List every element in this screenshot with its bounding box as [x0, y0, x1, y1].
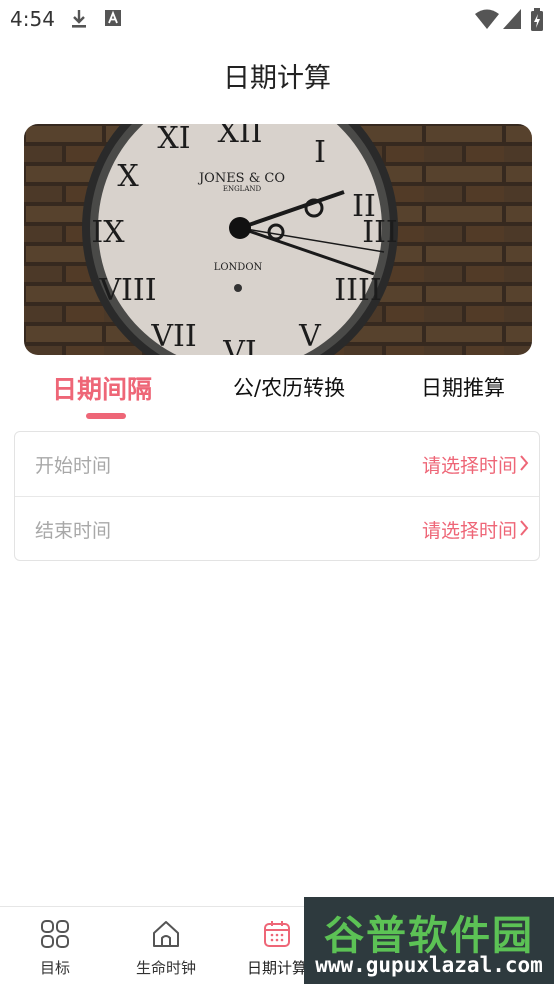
- svg-text:IX: IX: [91, 215, 125, 250]
- start-time-row[interactable]: 开始时间 请选择时间: [15, 432, 539, 496]
- nav-item-goals[interactable]: 目标: [0, 907, 110, 985]
- battery-icon: [531, 8, 543, 31]
- chevron-right-icon: [520, 455, 529, 471]
- tab-date-interval[interactable]: 日期间隔: [52, 370, 152, 406]
- page-title: 日期计算: [223, 63, 331, 94]
- svg-text:XI: XI: [157, 124, 190, 156]
- status-bar: 4:54: [0, 0, 554, 38]
- clock-city: LONDON: [214, 262, 263, 273]
- svg-text:IIII: IIII: [334, 273, 381, 308]
- calendar-icon: [264, 921, 290, 947]
- svg-text:VI: VI: [222, 335, 257, 355]
- clock-brand: JONES & CO: [197, 171, 285, 186]
- watermark-url: www.gupuxlazal.com: [315, 953, 543, 977]
- tab-date-projection[interactable]: 日期推算: [421, 372, 505, 402]
- nav-item-life-clock[interactable]: 生命时钟: [111, 907, 221, 985]
- home-icon: [153, 921, 179, 947]
- nav-label-life-clock: 生命时钟: [135, 959, 196, 977]
- signal-icon: [503, 9, 521, 29]
- chevron-right-icon: [520, 520, 529, 536]
- start-time-label: 开始时间: [35, 455, 112, 477]
- end-time-label: 结束时间: [35, 520, 112, 542]
- svg-text:X: X: [117, 159, 139, 194]
- banner-image: XII I II III IIII V VI VII VIII IX X XI …: [24, 124, 532, 355]
- status-time: 4:54: [10, 7, 55, 31]
- clock-country: ENGLAND: [223, 185, 262, 193]
- svg-text:III: III: [362, 215, 398, 250]
- svg-text:VIII: VIII: [98, 273, 156, 308]
- svg-text:V: V: [298, 319, 322, 354]
- tab-active-indicator: [86, 413, 126, 419]
- svg-text:XII: XII: [217, 124, 262, 150]
- svg-text:I: I: [314, 135, 326, 170]
- tab-lunar-conversion[interactable]: 公/农历转换: [233, 372, 345, 402]
- svg-text:VII: VII: [150, 319, 196, 354]
- download-icon: [72, 10, 86, 28]
- clock-image: XII I II III IIII V VI VII VIII IX X XI …: [82, 124, 398, 355]
- end-time-select[interactable]: 请选择时间: [422, 516, 517, 543]
- wifi-icon: [475, 9, 499, 29]
- start-time-select[interactable]: 请选择时间: [422, 451, 517, 478]
- end-time-row[interactable]: 结束时间 请选择时间: [15, 496, 539, 561]
- grid-icon: [41, 920, 69, 948]
- text-a-icon: [105, 10, 121, 26]
- nav-label-goals: 目标: [39, 959, 70, 977]
- date-form-card: 开始时间 请选择时间 结束时间 请选择时间: [14, 431, 540, 561]
- watermark-overlay: 谷普软件园 www.gupuxlazal.com: [304, 897, 554, 984]
